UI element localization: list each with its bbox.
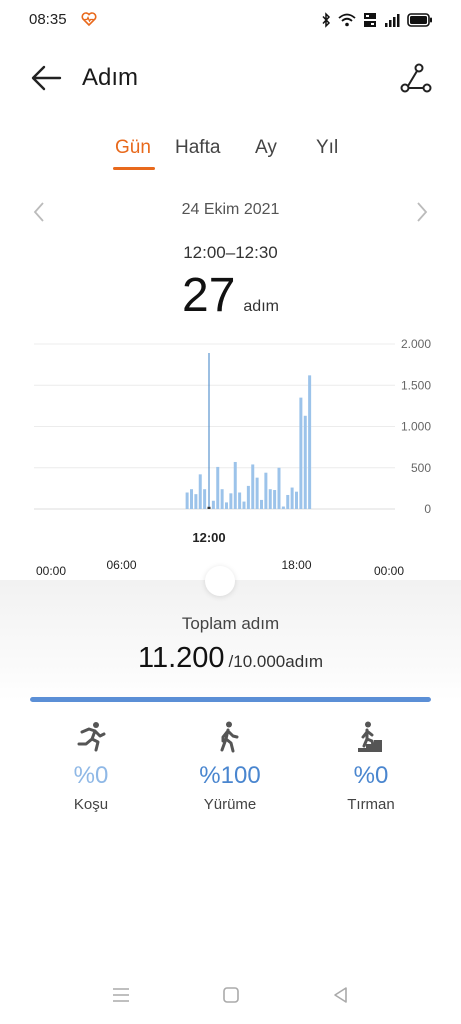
selected-range: 12:00–12:30 xyxy=(183,243,278,262)
chart-bar xyxy=(251,464,255,509)
system-nav-bar xyxy=(0,980,461,1010)
bluetooth-icon xyxy=(322,12,331,28)
selected-step-unit: adım xyxy=(243,298,279,315)
chart-bar xyxy=(260,499,263,509)
chart-bar xyxy=(233,461,237,509)
header: Adım xyxy=(0,56,461,100)
chart-bar xyxy=(198,474,202,509)
chart-bar xyxy=(207,506,211,509)
volte-icon xyxy=(364,13,376,27)
y-tick-label: 1.000 xyxy=(401,420,431,434)
x-tick-label: 06:00 xyxy=(106,558,136,572)
x-tick-label: 00:00 xyxy=(374,564,404,578)
date-label: 24 Ekim 2021 xyxy=(181,201,280,218)
battery-icon xyxy=(407,13,432,27)
running-label: Koşu xyxy=(73,796,109,813)
chart-bar xyxy=(216,466,220,509)
chart-bar xyxy=(264,472,268,509)
chart-bar xyxy=(308,375,312,509)
chart-bar xyxy=(229,493,233,509)
chart-bar xyxy=(303,415,307,509)
activity-running: %0 Koşu xyxy=(31,720,151,813)
drag-handle[interactable] xyxy=(205,566,235,596)
walking-label: Yürüme xyxy=(203,796,257,813)
y-tick-label: 0 xyxy=(424,502,431,516)
walking-icon xyxy=(220,721,239,753)
chart-bar xyxy=(211,500,215,509)
signal-icon xyxy=(385,14,400,27)
climbing-label: Tırman xyxy=(347,796,395,813)
chart-bar xyxy=(273,490,277,509)
summary-panel xyxy=(0,580,461,700)
status-time: 08:35 xyxy=(29,11,67,28)
status-icons xyxy=(321,11,433,29)
tab-year[interactable]: Yıl xyxy=(316,137,338,159)
climbing-icon xyxy=(358,721,382,752)
total-steps: 11.200 xyxy=(137,642,225,674)
y-tick-label: 2.000 xyxy=(401,337,431,351)
chart-bar xyxy=(203,489,207,509)
chart-bar xyxy=(246,485,250,509)
chart-bar xyxy=(295,491,298,509)
chart-bar xyxy=(281,506,285,509)
wifi-icon xyxy=(338,13,356,27)
arrow-left-icon[interactable] xyxy=(28,62,64,94)
menu-icon[interactable] xyxy=(109,984,133,1006)
date-navigator: 24 Ekim 2021 xyxy=(0,198,461,226)
chart-bar xyxy=(194,494,198,509)
chart-bar xyxy=(268,489,272,509)
chart-bar xyxy=(220,489,224,509)
running-icon xyxy=(77,722,106,752)
selected-steps: 27 adım xyxy=(0,268,461,323)
chart-bar xyxy=(225,502,228,509)
chart-bar xyxy=(238,492,242,509)
y-tick-label: 500 xyxy=(411,461,431,475)
home-square-icon[interactable] xyxy=(219,984,243,1006)
chart-bar xyxy=(242,501,246,509)
chart-bar xyxy=(290,487,294,509)
chevron-right-icon[interactable] xyxy=(413,200,431,224)
chart-bar xyxy=(286,494,290,509)
page-title: Adım xyxy=(82,64,139,91)
summary-total: 11.200/10.000adım xyxy=(0,642,461,675)
walking-percent: %100 xyxy=(199,762,261,789)
activity-walking: %100 Yürüme xyxy=(170,720,290,813)
chart-bar xyxy=(277,467,281,509)
chart-bar xyxy=(190,489,193,509)
route-share-icon[interactable] xyxy=(397,62,433,94)
goal-progress-fill xyxy=(30,697,431,702)
x-tick-label: 18:00 xyxy=(281,558,311,572)
goal-progress-bar xyxy=(30,697,431,702)
x-tick-label: 00:00 xyxy=(36,564,66,578)
tab-week[interactable]: Hafta xyxy=(175,137,220,159)
summary-label: Toplam adım xyxy=(181,614,280,633)
activity-climbing: %0 Tırman xyxy=(311,720,431,813)
tab-day[interactable]: Gün xyxy=(115,137,151,159)
heart-pulse-icon xyxy=(81,12,97,27)
chart-bar xyxy=(255,477,259,509)
status-bar: 08:35 xyxy=(0,0,461,40)
active-tab-indicator xyxy=(113,167,155,170)
period-tabs: Gün Hafta Ay Yıl xyxy=(0,137,461,177)
steps-bar-chart[interactable]: 2.000 1.500 1.000 500 0 12:00 00:00 06:00 18:00 0… xyxy=(0,325,461,580)
chart-bar xyxy=(185,492,189,509)
y-tick-label: 1.500 xyxy=(401,378,431,392)
back-triangle-icon[interactable] xyxy=(329,984,353,1006)
chart-bar xyxy=(299,397,303,509)
selected-time-label: 12:00 xyxy=(192,530,225,545)
goal-steps: /10.000adım xyxy=(228,652,324,671)
selected-step-value: 27 xyxy=(182,269,236,322)
climbing-percent: %0 xyxy=(353,762,389,789)
tab-month[interactable]: Ay xyxy=(255,137,277,159)
running-percent: %0 xyxy=(73,762,109,789)
